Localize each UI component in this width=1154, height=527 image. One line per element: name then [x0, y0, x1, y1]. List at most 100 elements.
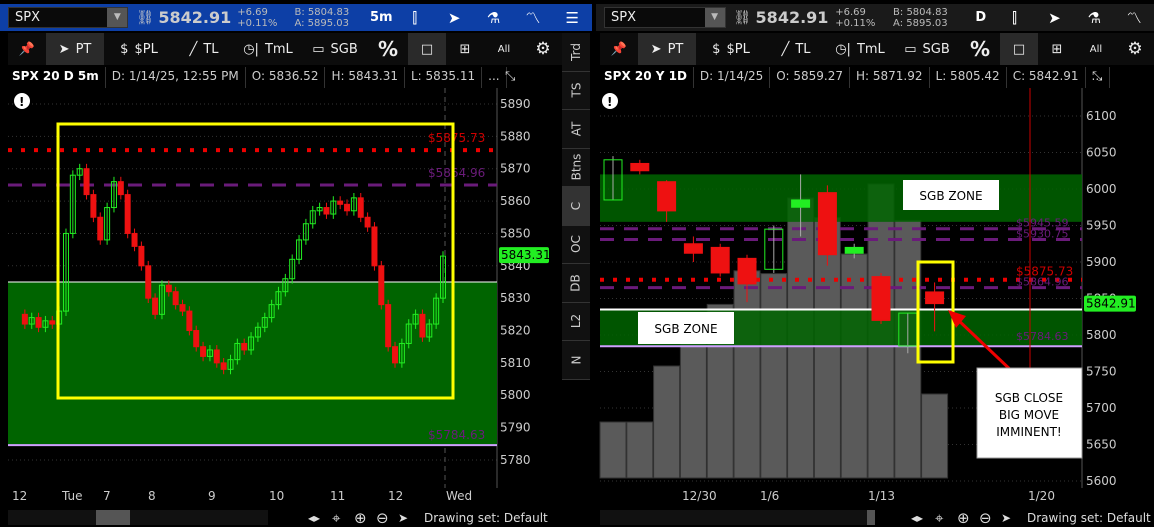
side-tab-label: DB	[568, 274, 583, 292]
menu-icon[interactable]: ☰	[553, 9, 592, 27]
candle	[791, 199, 811, 208]
percent-tool[interactable]: %	[368, 33, 408, 65]
dollar-icon: $	[120, 41, 129, 57]
trendline-tool[interactable]: ╱ TL	[766, 33, 826, 65]
drawings-icon[interactable]: 〽	[1114, 7, 1154, 28]
pin-icon[interactable]: 📌	[8, 33, 46, 65]
drawings-icon[interactable]: 〽	[513, 7, 552, 28]
cursor-icon[interactable]: ➤	[1001, 511, 1027, 525]
timeline-tool[interactable]: ◷| TmL	[826, 33, 894, 65]
last-price: 5842.91	[755, 8, 829, 27]
percent-tool[interactable]: %	[960, 33, 1000, 65]
tool-label: PT	[75, 41, 92, 57]
time-tick: 12	[12, 489, 28, 503]
pointer-tool[interactable]: ➤ PT	[46, 33, 104, 65]
side-tab-c[interactable]: C	[562, 187, 590, 226]
drawing-set[interactable]: Drawing set: Default	[1027, 511, 1151, 525]
trendline-tool[interactable]: ╱ TL	[174, 33, 234, 65]
zoom-in-icon[interactable]: ⊕	[354, 509, 376, 527]
expand-icon[interactable]: ◂▸	[911, 511, 935, 525]
side-tab-btns[interactable]: Btns	[562, 148, 590, 187]
pointer-icon: ➤	[650, 41, 662, 57]
studies-flask-icon[interactable]: ⚗	[474, 9, 513, 27]
candle	[124, 194, 131, 234]
gear-icon[interactable]: ⚙	[1116, 33, 1154, 65]
grid-icon[interactable]: ⊞	[446, 33, 484, 65]
chart-info-bar: SPX 20 Y 1D D: 1/14/25 O: 5859.27 H: 587…	[600, 67, 1110, 88]
zoom-out-icon[interactable]: ⊖	[376, 509, 398, 527]
side-tab-label: N	[568, 355, 583, 365]
candle	[220, 362, 227, 370]
side-tab-at[interactable]: AT	[562, 110, 590, 149]
candle	[138, 245, 145, 267]
info-more[interactable]: ...	[482, 67, 507, 88]
link-icon[interactable]: ⛓	[136, 10, 154, 26]
last-price: 5842.91	[158, 8, 232, 27]
collapse-arrows-icon[interactable]: ⤡	[1092, 69, 1102, 84]
horizontal-scrollbar[interactable]	[8, 510, 268, 525]
crosshair-icon[interactable]: ⌖	[935, 509, 957, 527]
info-date: D: 1/14/25, 12:55 PM	[106, 67, 246, 88]
side-tab-label: TS	[568, 82, 583, 98]
sgb-tool[interactable]: ▭ SGB	[302, 33, 368, 65]
scroll-thumb[interactable]	[867, 510, 875, 525]
side-tab-label: L2	[568, 314, 583, 329]
chevron-down-icon[interactable]: ▼	[107, 8, 128, 27]
expand-icon[interactable]: ◂▸	[308, 511, 332, 525]
timeframe-button[interactable]: D	[967, 10, 995, 25]
price-tick: 6000	[1086, 182, 1117, 196]
side-tab-trd[interactable]: Trd	[562, 33, 590, 72]
symbol-selector[interactable]: SPX ▼	[604, 7, 726, 28]
candle	[357, 197, 364, 218]
net-change: +6.69	[237, 6, 268, 18]
horizontal-scrollbar[interactable]	[600, 510, 875, 525]
side-tab-db[interactable]: DB	[562, 264, 590, 303]
pointer-tool[interactable]: ➤ PT	[638, 33, 696, 65]
square-icon[interactable]: □	[1000, 33, 1038, 65]
right-price-chart[interactable]: 6100605060005950590058505800575057005650…	[596, 88, 1154, 488]
cursor-icon[interactable]: ➤	[434, 9, 473, 27]
timeline-tool[interactable]: ◷| TmL	[234, 33, 302, 65]
tool-label: PT	[667, 41, 684, 57]
sgb-tool[interactable]: ▭ SGB	[894, 33, 960, 65]
cursor-icon[interactable]: ➤	[1035, 9, 1075, 27]
side-tab-oc[interactable]: OC	[562, 225, 590, 264]
all-button[interactable]: All	[1076, 33, 1116, 65]
candle	[710, 246, 730, 274]
cursor-icon[interactable]: ➤	[398, 511, 424, 525]
chevron-down-icon[interactable]: ▼	[704, 8, 725, 27]
pl-tool[interactable]: $ $PL	[104, 33, 174, 65]
zoom-out-icon[interactable]: ⊖	[979, 509, 1001, 527]
studies-flask-icon[interactable]: ⚗	[1074, 9, 1114, 27]
crosshair-icon[interactable]: ⌖	[332, 509, 354, 527]
all-button[interactable]: All	[484, 33, 524, 65]
side-tab-l2[interactable]: L2	[562, 302, 590, 341]
square-icon[interactable]: □	[408, 33, 446, 65]
bottom-bar: ◂▸ ⌖ ⊕ ⊖ ➤ Drawing set: Default	[600, 509, 1154, 527]
tool-label: TL	[795, 41, 811, 57]
gear-icon[interactable]: ⚙	[524, 33, 562, 65]
side-tab-n[interactable]: N	[562, 341, 590, 380]
timeframe-button[interactable]: 5m	[368, 10, 396, 25]
pl-tool[interactable]: $ $PL	[696, 33, 766, 65]
zoom-in-icon[interactable]: ⊕	[957, 509, 979, 527]
side-tab-ts[interactable]: TS	[562, 71, 590, 110]
pin-icon[interactable]: 📌	[600, 33, 638, 65]
tool-label: TL	[203, 41, 219, 57]
callout-text: SGB CLOSE BIG MOVE IMMINENT!	[995, 391, 1063, 439]
bid: B: 5804.83	[893, 6, 948, 18]
link-icon[interactable]: ⛓	[734, 10, 752, 26]
drawing-set[interactable]: Drawing set: Default	[424, 511, 548, 525]
time-tick: 12/30	[682, 489, 717, 503]
chart-type-icon[interactable]: ⫿	[395, 9, 434, 27]
grid-icon[interactable]: ⊞	[1038, 33, 1076, 65]
collapse-arrows-icon[interactable]: ⤡	[505, 69, 515, 84]
left-price-chart[interactable]: 5890588058705860585058405830582058105800…	[0, 88, 562, 488]
net-change: +6.69	[835, 6, 866, 18]
chart-type-icon[interactable]: ⫿	[995, 9, 1035, 27]
symbol-selector[interactable]: SPX ▼	[8, 7, 129, 28]
left-chart-panel: SPX ▼ ⛓ 5842.91 +6.69 +0.11% B: 5804.83 A: …	[0, 0, 592, 527]
sgb-zone	[8, 281, 497, 446]
time-tick: 9	[208, 489, 216, 503]
scroll-thumb[interactable]	[96, 510, 130, 525]
